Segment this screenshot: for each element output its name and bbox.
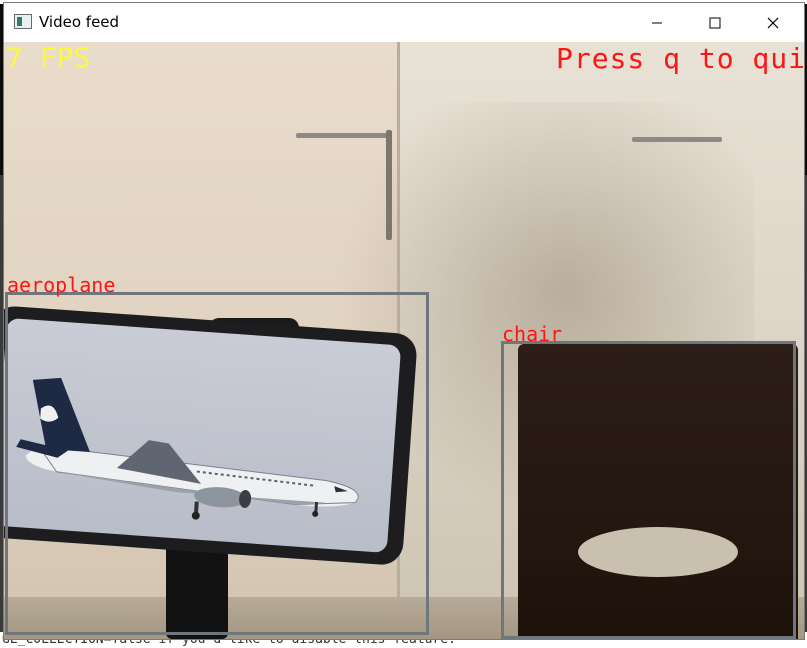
fps-counter: 7 FPS (6, 42, 91, 74)
minimize-icon (652, 22, 662, 23)
detection-label-chair: chair (502, 322, 563, 346)
close-button[interactable] (744, 3, 802, 42)
app-icon (14, 14, 32, 29)
detection-box-aeroplane (5, 292, 429, 635)
maximize-button[interactable] (686, 3, 744, 42)
minimize-button[interactable] (628, 3, 686, 42)
video-feed-window[interactable]: Video feed 7 FPS Press q to quit aeropla… (4, 3, 804, 639)
title-bar[interactable]: Video feed (4, 3, 804, 42)
detection-box-chair (501, 341, 796, 639)
camera-feed: 7 FPS Press q to quit aeroplane chair (4, 42, 804, 639)
scene-door-handle-left (296, 133, 391, 138)
close-icon (767, 17, 779, 28)
scene-door-handle-left-vertical (386, 130, 392, 240)
window-title: Video feed (39, 13, 120, 31)
detection-label-aeroplane: aeroplane (7, 273, 116, 297)
maximize-icon (709, 17, 721, 28)
scene-door-handle-right (632, 137, 722, 142)
quit-hint: Press q to quit (556, 42, 804, 75)
